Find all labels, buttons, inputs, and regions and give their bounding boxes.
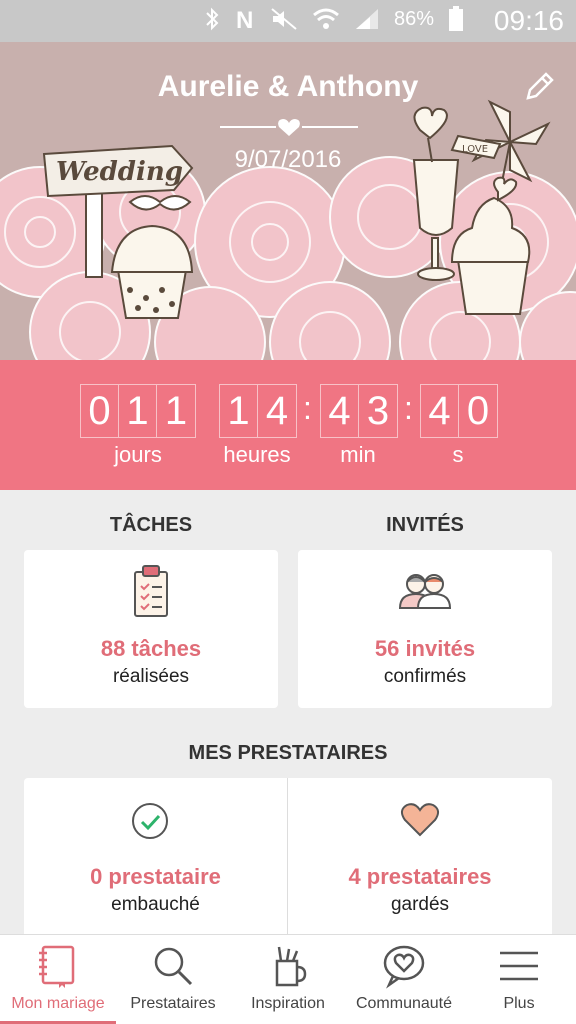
bottom-navigation: Mon mariage Prestataires Inspiration Com… xyxy=(0,934,576,1024)
days-label: jours xyxy=(114,442,162,467)
battery-icon xyxy=(449,6,463,31)
tasks-card[interactable]: 88 tâches réalisées xyxy=(24,550,278,708)
nav-inspiration[interactable]: Inspiration xyxy=(230,935,346,1024)
nav-label: Mon mariage xyxy=(11,995,105,1012)
heart-divider xyxy=(220,119,358,136)
tasks-status: réalisées xyxy=(112,666,190,687)
countdown-hours: 1 4 xyxy=(219,384,297,438)
saved-vendors[interactable]: 4 prestataires gardés xyxy=(288,778,552,934)
nfc-icon: N xyxy=(236,7,253,31)
wedding-date: 9/07/2016 xyxy=(234,146,342,173)
svg-text:N: N xyxy=(236,7,253,31)
time-separator: : xyxy=(404,390,413,426)
nav-communaute[interactable]: Communauté xyxy=(346,935,462,1024)
nav-plus[interactable]: Plus xyxy=(462,935,576,1024)
signal-icon xyxy=(355,9,378,29)
days-digit: 0 xyxy=(81,385,119,437)
nav-label: Inspiration xyxy=(251,995,325,1012)
saved-count: 4 prestataires xyxy=(348,864,492,889)
status-bar: N 86% 09:16 xyxy=(0,0,576,42)
check-circle-icon xyxy=(132,803,168,839)
days-digit: 1 xyxy=(119,385,157,437)
hired-status: embauché xyxy=(111,894,200,915)
hours-digit: 4 xyxy=(265,388,289,433)
clipboard-icon xyxy=(134,565,168,617)
hired-vendors[interactable]: 0 prestataire embauché xyxy=(24,778,287,934)
minutes-digit: 3 xyxy=(366,388,390,433)
seconds-digit: 4 xyxy=(421,385,459,437)
vendors-card: 0 prestataire embauché 4 prestataires ga… xyxy=(24,778,552,934)
seconds-label: s xyxy=(452,442,464,467)
cupcake-illustration xyxy=(110,224,194,319)
vendors-title: MES PRESTATAIRES xyxy=(188,742,388,764)
guests-title: INVITÉS xyxy=(386,514,464,536)
couple-names: Aurelie & Anthony xyxy=(157,70,419,103)
time-separator: : xyxy=(303,390,312,426)
seconds-digit: 0 xyxy=(466,388,490,433)
mute-icon xyxy=(271,8,297,30)
guests-card[interactable]: 56 invités confirmés xyxy=(298,550,552,708)
menu-icon xyxy=(500,951,538,981)
countdown-seconds: 4 0 xyxy=(420,384,498,438)
nav-mon-mariage[interactable]: Mon mariage xyxy=(0,935,116,1024)
hours-label: heures xyxy=(223,442,291,467)
countdown-minutes: 4 3 xyxy=(320,384,398,438)
minutes-label: min xyxy=(340,442,376,467)
wedding-banner: Wedding LOVE Aurelie & Anthony 9/07/2016 xyxy=(0,42,576,360)
hired-count: 0 prestataire xyxy=(90,864,221,889)
hours-digit: 1 xyxy=(220,385,258,437)
search-icon xyxy=(154,947,193,986)
bluetooth-icon xyxy=(206,7,219,31)
notebook-icon xyxy=(39,945,75,988)
tasks-count: 88 tâches xyxy=(100,636,202,661)
heart-icon xyxy=(401,803,439,837)
tasks-title: TÂCHES xyxy=(109,514,193,536)
guests-status: confirmés xyxy=(383,666,467,687)
guests-count: 56 invités xyxy=(374,636,476,661)
guests-icon xyxy=(398,574,452,609)
minutes-digit: 4 xyxy=(321,385,359,437)
chat-heart-icon xyxy=(383,945,425,989)
battery-percent: 86% xyxy=(393,7,434,30)
pencil-cup-icon xyxy=(275,946,307,987)
wifi-icon xyxy=(313,8,339,29)
countdown-days: 0 1 1 xyxy=(80,384,196,438)
pencil-icon[interactable] xyxy=(520,70,556,106)
countdown-panel: 0 1 1 1 4 : 4 3 : 4 0 jours heures min s xyxy=(0,360,576,490)
nav-label: Communauté xyxy=(355,995,453,1012)
nav-label: Plus xyxy=(503,995,535,1012)
nav-label: Prestataires xyxy=(130,995,216,1012)
status-time: 09:16 xyxy=(493,5,564,36)
saved-status: gardés xyxy=(390,894,450,915)
days-digit: 1 xyxy=(164,388,188,433)
nav-prestataires[interactable]: Prestataires xyxy=(116,935,230,1024)
